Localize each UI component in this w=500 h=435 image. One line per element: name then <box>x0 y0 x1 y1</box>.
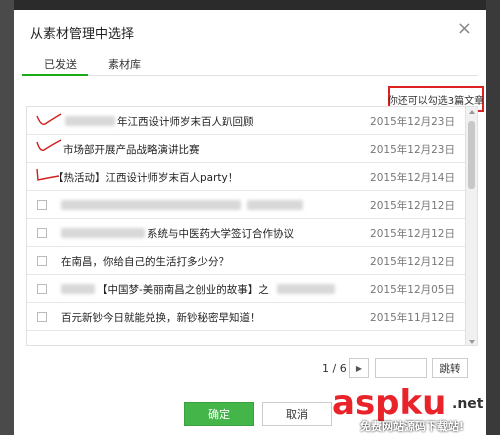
list-item[interactable]: 系统与中医药大学签订合作协议 2015年12月12日 <box>27 219 467 247</box>
blurred-text <box>61 228 145 238</box>
scrollbar-thumb[interactable] <box>468 121 475 189</box>
article-date: 2015年12月05日 <box>370 284 455 296</box>
tab-sent[interactable]: 已发送 <box>44 56 77 72</box>
row-checkbox[interactable] <box>37 284 47 294</box>
article-date: 2015年12月12日 <box>370 228 455 240</box>
cancel-button[interactable]: 取消 <box>262 402 332 426</box>
confirm-button[interactable]: 确定 <box>184 402 254 426</box>
article-title: 市场部开展产品战略演讲比赛 <box>63 144 200 156</box>
article-date: 2015年12月23日 <box>370 144 455 156</box>
dialog-title: 从素材管理中选择 <box>30 27 135 42</box>
scroll-down-icon[interactable] <box>469 340 475 344</box>
watermark-domain: .net <box>452 396 484 412</box>
article-date: 2015年12月12日 <box>370 200 455 212</box>
go-to-page-button[interactable]: 跳转 <box>432 358 468 378</box>
article-date: 2015年12月12日 <box>370 256 455 268</box>
background-left-edge <box>0 0 14 435</box>
blurred-text <box>247 200 303 210</box>
list-item[interactable]: 年江西设计师岁末百人趴回顾 2015年12月23日 <box>27 107 467 135</box>
row-checkbox[interactable] <box>37 200 47 210</box>
list-scrollbar[interactable] <box>465 107 477 345</box>
article-date: 2015年12月23日 <box>370 116 455 128</box>
article-title: 系统与中医药大学签订合作协议 <box>147 228 294 240</box>
next-page-button[interactable]: ▶ <box>349 358 369 378</box>
watermark-logo-text: aspku <box>332 383 446 423</box>
list-item[interactable]: 【热活动】江西设计师岁末百人party！ 2015年12月14日 <box>27 163 467 191</box>
blurred-text <box>61 200 241 210</box>
article-date: 2015年12月14日 <box>370 172 455 184</box>
article-title: 年江西设计师岁末百人趴回顾 <box>117 116 254 128</box>
blurred-text <box>277 284 335 294</box>
check-mark-icon[interactable] <box>35 138 63 158</box>
article-title: 在南昌，你给自己的生活打多少分？ <box>61 256 229 268</box>
tab-library[interactable]: 素材库 <box>108 56 141 72</box>
list-item[interactable]: 【中国梦-美丽南昌之创业的故事】之 2015年12月05日 <box>27 275 467 303</box>
list-item[interactable]: 2015年12月12日 <box>27 191 467 219</box>
caret-right-icon: ▶ <box>355 363 363 373</box>
row-checkbox[interactable] <box>37 228 47 238</box>
list-item[interactable]: 在南昌，你给自己的生活打多少分？ 2015年12月12日 <box>27 247 467 275</box>
list-item[interactable]: 市场部开展产品战略演讲比赛 2015年12月23日 <box>27 135 467 163</box>
list-item[interactable]: 百元新钞今日就能兑换，新钞秘密早知道！ 2015年11月12日 <box>27 303 467 331</box>
blurred-text <box>65 116 115 126</box>
article-title: 【中国梦-美丽南昌之创业的故事】之 <box>97 284 269 296</box>
scroll-up-icon[interactable] <box>469 110 475 114</box>
check-mark-icon[interactable] <box>35 110 63 130</box>
article-title: 百元新钞今日就能兑换，新钞秘密早知道！ <box>61 312 261 324</box>
watermark-subtitle: 免费网站源码下载站! <box>360 420 465 433</box>
background-right-edge <box>486 0 500 435</box>
row-checkbox[interactable] <box>37 256 47 266</box>
article-list: 年江西设计师岁末百人趴回顾 2015年12月23日 市场部开展产品战略演讲比赛 … <box>26 106 478 346</box>
article-title: 【热活动】江西设计师岁末百人party！ <box>53 172 239 184</box>
close-icon[interactable]: × <box>457 20 472 38</box>
row-checkbox[interactable] <box>37 312 47 322</box>
page-indicator: 1 / 6 <box>322 362 347 375</box>
blurred-text <box>61 284 95 294</box>
active-tab-indicator <box>22 74 88 76</box>
tab-bar: 已发送 素材库 <box>22 48 478 76</box>
article-date: 2015年11月12日 <box>370 312 455 324</box>
page-number-input[interactable] <box>375 358 427 378</box>
